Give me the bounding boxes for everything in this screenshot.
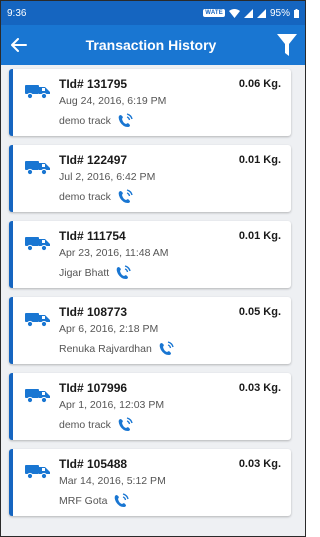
- transaction-card[interactable]: TId# 111754 0.01 Kg. Apr 23, 2016, 11:48…: [9, 221, 291, 288]
- call-icon[interactable]: [115, 265, 132, 280]
- wifi-icon: [228, 8, 240, 18]
- call-icon[interactable]: [117, 113, 134, 128]
- name-row: demo track: [59, 113, 134, 128]
- filter-icon[interactable]: [269, 25, 305, 65]
- transaction-id: TId# 107996: [59, 381, 128, 395]
- transaction-name: Jigar Bhatt: [59, 266, 110, 279]
- phone-screen: 9:36 WATE 95% Transaction History TId# 1…: [0, 0, 306, 537]
- transaction-card[interactable]: TId# 131795 0.06 Kg. Aug 24, 2016, 6:19 …: [9, 69, 291, 136]
- status-bar: 9:36 WATE 95%: [1, 1, 305, 25]
- truck-icon: [25, 237, 50, 251]
- truck-icon: [25, 389, 50, 403]
- transaction-weight: 0.03 Kg.: [238, 382, 281, 394]
- call-icon[interactable]: [158, 341, 175, 356]
- transaction-id: TId# 105488: [59, 457, 128, 471]
- truck-icon: [25, 85, 50, 99]
- truck-icon: [25, 161, 50, 175]
- transaction-date: Mar 14, 2016, 5:12 PM: [59, 475, 166, 487]
- transaction-weight: 0.03 Kg.: [238, 458, 281, 470]
- truck-icon: [25, 465, 50, 479]
- transaction-name: demo track: [59, 190, 111, 203]
- transaction-date: Jul 2, 2016, 6:42 PM: [59, 171, 156, 183]
- status-time: 9:36: [7, 7, 27, 19]
- name-row: Renuka Rajvardhan: [59, 341, 175, 356]
- call-icon[interactable]: [117, 189, 134, 204]
- transaction-name: Renuka Rajvardhan: [59, 342, 152, 355]
- transaction-name: demo track: [59, 418, 111, 431]
- transaction-date: Apr 23, 2016, 11:48 AM: [59, 247, 169, 259]
- transaction-name: demo track: [59, 114, 111, 127]
- transaction-date: Apr 6, 2016, 2:18 PM: [59, 323, 159, 335]
- battery-percent: 95%: [269, 7, 290, 19]
- name-row: demo track: [59, 417, 134, 432]
- back-arrow-icon[interactable]: [1, 25, 37, 65]
- transaction-date: Aug 24, 2016, 6:19 PM: [59, 95, 167, 107]
- name-row: Jigar Bhatt: [59, 265, 132, 280]
- transaction-id: TId# 131795: [59, 77, 128, 91]
- transaction-date: Apr 1, 2016, 12:03 PM: [59, 399, 165, 411]
- transaction-card[interactable]: TId# 108773 0.05 Kg. Apr 6, 2016, 2:18 P…: [9, 297, 291, 364]
- call-icon[interactable]: [113, 493, 130, 508]
- battery-icon: [294, 8, 299, 18]
- transaction-weight: 0.05 Kg.: [238, 306, 281, 318]
- transaction-weight: 0.06 Kg.: [238, 78, 281, 90]
- truck-icon: [25, 313, 50, 327]
- signal-icon-2: [256, 8, 266, 18]
- transaction-card[interactable]: TId# 107996 0.03 Kg. Apr 1, 2016, 12:03 …: [9, 373, 291, 440]
- call-icon[interactable]: [117, 417, 134, 432]
- status-chip: WATE: [203, 9, 225, 17]
- transaction-name: MRF Gota: [59, 494, 108, 507]
- transaction-card[interactable]: TId# 122497 0.01 Kg. Jul 2, 2016, 6:42 P…: [9, 145, 291, 212]
- app-bar: Transaction History: [1, 25, 305, 65]
- status-icons: WATE 95%: [203, 8, 299, 19]
- transaction-weight: 0.01 Kg.: [238, 154, 281, 166]
- name-row: demo track: [59, 189, 134, 204]
- transaction-id: TId# 108773: [59, 305, 128, 319]
- transaction-card[interactable]: TId# 105488 0.03 Kg. Mar 14, 2016, 5:12 …: [9, 449, 291, 516]
- transaction-id: TId# 111754: [59, 229, 126, 243]
- name-row: MRF Gota: [59, 493, 130, 508]
- transaction-id: TId# 122497: [59, 153, 128, 167]
- signal-icon: [243, 8, 253, 18]
- transaction-weight: 0.01 Kg.: [238, 230, 281, 242]
- page-title: Transaction History: [85, 37, 217, 53]
